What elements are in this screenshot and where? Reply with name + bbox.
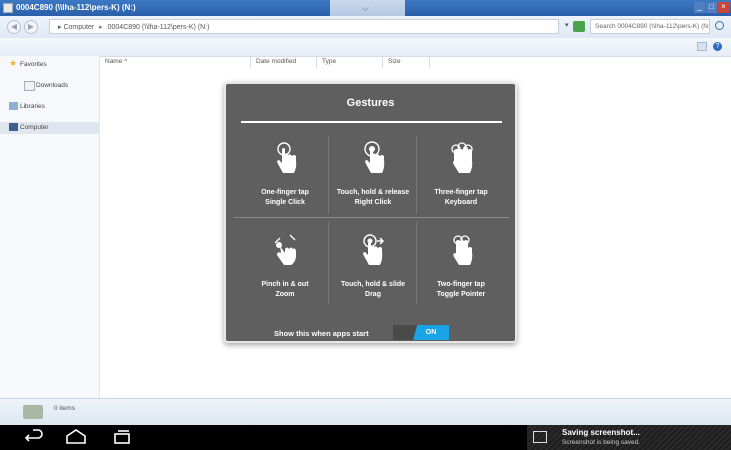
search-icon[interactable] xyxy=(715,21,724,30)
nav-item-label: Libraries xyxy=(20,103,45,110)
back-button[interactable]: ◀ xyxy=(7,20,21,34)
screenshot-notification[interactable]: Saving screenshot... Screenshot is being… xyxy=(527,425,731,450)
gesture-label: Three-finger tap xyxy=(434,189,488,196)
downloads-folder-icon xyxy=(24,81,35,91)
nav-item-label: Downloads xyxy=(36,82,69,89)
status-bar: 0 items xyxy=(0,398,731,426)
divider xyxy=(328,136,329,214)
gestures-title: Gestures xyxy=(346,97,395,109)
libraries-icon xyxy=(9,102,18,110)
forward-button[interactable]: ▶ xyxy=(24,20,38,34)
notification-title: Saving screenshot... xyxy=(562,428,640,437)
toggle-on-label: ON xyxy=(413,325,449,340)
item-count: 0 items xyxy=(54,405,75,412)
sort-arrow-icon: ^ xyxy=(124,58,128,65)
minimize-button[interactable]: _ xyxy=(694,2,705,13)
address-bar[interactable]: ▸ Computer ▸ 0004C890 (\\lha-112\pers-K)… xyxy=(49,19,559,34)
gesture-action: Zoom xyxy=(275,291,295,298)
gesture-action: Single Click xyxy=(265,199,305,206)
column-headers: Name ^ Date modified Type Size xyxy=(100,56,731,69)
gesture-cell: Pinch in & out Zoom xyxy=(241,225,329,317)
drive-icon xyxy=(23,405,43,419)
view-options-icon[interactable] xyxy=(697,42,707,51)
window-titlebar: 0004C890 (\\lha-112\pers-K) (N:) ⌵ _ □ × xyxy=(0,0,731,16)
gesture-cell: One-finger tap Single Click xyxy=(241,133,329,225)
address-dropdown-icon[interactable]: ▾ xyxy=(565,21,569,29)
search-input[interactable]: Search 0004C890 (\\lha-112\pers-K) (N:) xyxy=(590,19,710,34)
gesture-action: Toggle Pointer xyxy=(436,291,486,298)
nav-item-libraries[interactable]: Libraries xyxy=(0,101,99,113)
column-header-name[interactable]: Name ^ xyxy=(100,56,251,68)
show-on-start-toggle[interactable]: ON xyxy=(393,325,449,340)
close-button[interactable]: × xyxy=(718,2,729,13)
column-header-type[interactable]: Type xyxy=(317,56,383,68)
breadcrumb-arrow-icon: ▸ xyxy=(58,24,62,31)
title-underline xyxy=(241,121,502,123)
address-row: ◀ ▶ ▸ Computer ▸ 0004C890 (\\lha-112\per… xyxy=(0,16,731,39)
window-title: 0004C890 (\\lha-112\pers-K) (N:) xyxy=(16,3,136,12)
one-finger-tap-icon xyxy=(277,142,297,173)
show-on-start-label: Show this when apps start xyxy=(274,329,369,338)
gesture-label: One-finger tap xyxy=(261,189,309,196)
notification-subtitle: Screenshot is being saved. xyxy=(562,439,641,446)
breadcrumb-drive[interactable]: 0004C890 (\\lha-112\pers-K) (N:) xyxy=(108,24,210,31)
gesture-action: Keyboard xyxy=(444,199,478,206)
gestures-overlay[interactable]: Gestures One-finger tap Single Click Tou… xyxy=(224,82,517,343)
nav-item-label: Computer xyxy=(20,124,49,131)
breadcrumb-separator-icon: ▸ xyxy=(99,24,103,31)
breadcrumb-computer[interactable]: Computer xyxy=(63,24,94,31)
touch-hold-slide-icon xyxy=(363,234,385,265)
column-header-size[interactable]: Size xyxy=(383,56,430,68)
home-nav-icon[interactable] xyxy=(64,425,88,450)
refresh-icon[interactable] xyxy=(573,21,585,32)
gesture-action: Right Click xyxy=(354,199,392,206)
star-icon: ★ xyxy=(9,58,18,68)
gesture-label: Two-finger tap xyxy=(437,281,485,288)
help-icon[interactable]: ? xyxy=(713,42,722,51)
maximize-button[interactable]: □ xyxy=(706,2,717,13)
recent-apps-nav-icon[interactable] xyxy=(111,425,133,450)
nav-item-downloads[interactable]: Downloads xyxy=(0,80,99,92)
gesture-label: Pinch in & out xyxy=(261,281,309,288)
nav-item-favorites[interactable]: ★ Favorites xyxy=(0,58,99,71)
three-finger-tap-icon xyxy=(451,142,473,173)
image-icon xyxy=(533,431,547,443)
nav-item-label: Favorites xyxy=(20,61,47,68)
column-header-date-modified[interactable]: Date modified xyxy=(251,56,317,68)
divider xyxy=(234,217,509,218)
window-icon xyxy=(3,3,13,13)
gesture-label: Touch, hold & slide xyxy=(340,281,406,288)
computer-icon xyxy=(9,123,18,131)
back-nav-icon[interactable] xyxy=(22,425,44,450)
navigation-pane: ★ Favorites Downloads Libraries Computer xyxy=(0,56,100,398)
pinch-icon xyxy=(274,234,296,265)
remote-toolbar-tab[interactable]: ⌵ xyxy=(330,0,405,16)
gesture-cell: Three-finger tap Keyboard xyxy=(417,133,505,225)
divider xyxy=(416,136,417,214)
gesture-label: Touch, hold & release xyxy=(336,189,410,196)
gesture-cell: Touch, hold & slide Drag xyxy=(329,225,417,317)
gesture-action: Drag xyxy=(365,291,381,298)
touch-hold-release-icon xyxy=(364,141,385,173)
command-bar: ? xyxy=(0,38,731,57)
gesture-cell: Touch, hold & release Right Click xyxy=(329,133,417,225)
nav-item-computer[interactable]: Computer xyxy=(0,122,99,134)
gesture-cell: Two-finger tap Toggle Pointer xyxy=(417,225,505,317)
two-finger-tap-icon xyxy=(453,235,473,265)
chevron-down-icon: ⌵ xyxy=(362,3,369,13)
